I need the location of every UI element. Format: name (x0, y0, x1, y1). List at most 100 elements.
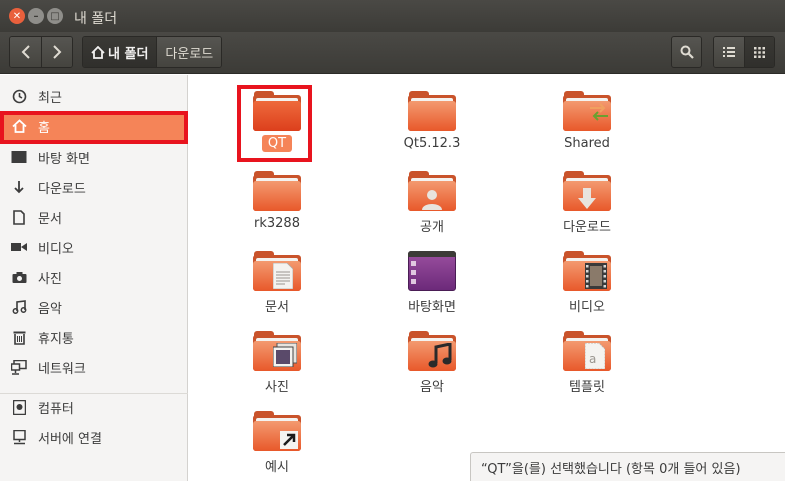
photo-icon (273, 343, 297, 367)
desktop-folder-icon (408, 251, 456, 291)
file-name: 다운로드 (563, 220, 611, 235)
sidebar-item-label: 최근 (38, 90, 62, 106)
close-window-button[interactable]: ✕ (9, 8, 25, 24)
minimize-window-button[interactable]: – (28, 8, 44, 24)
sidebar-item-label: 바탕 화면 (38, 151, 90, 167)
breadcrumb-home-label: 내 폴더 (108, 46, 149, 62)
svg-text:a: a (589, 352, 596, 366)
folder-icon (253, 411, 301, 451)
sidebar-item-label: 문서 (38, 211, 62, 227)
sidebar-item-recent[interactable]: 최근 (0, 81, 188, 111)
download-icon (10, 179, 28, 195)
link-arrow-icon (280, 431, 298, 449)
file-item-templates[interactable]: a 템플릿 (527, 331, 647, 396)
file-item-public[interactable]: 공개 (372, 171, 492, 236)
template-icon: a (585, 343, 605, 369)
folder-icon (408, 91, 456, 131)
sidebar-item-music[interactable]: 음악 (0, 292, 188, 322)
breadcrumb-downloads-label: 다운로드 (165, 46, 214, 62)
file-name: Qt5.12.3 (403, 136, 461, 151)
close-icon: ✕ (12, 10, 22, 22)
status-text: “QT”을(를) 선택했습니다 (항목 0개 들어 있음) (481, 461, 741, 477)
status-bar: “QT”을(를) 선택했습니다 (항목 0개 들어 있음) (470, 452, 785, 481)
sidebar-item-computer[interactable]: 컴퓨터 (0, 392, 188, 422)
music-icon (10, 299, 28, 315)
grid-view-icon (754, 46, 765, 58)
list-view-icon (723, 47, 735, 57)
sidebar-item-label: 서버에 연결 (38, 431, 102, 447)
list-view-button[interactable] (714, 37, 744, 67)
sidebar-item-home[interactable]: 홈 (0, 111, 188, 141)
window-title: 내 폴더 (74, 11, 118, 27)
sidebar-item-label: 비디오 (38, 241, 74, 257)
chevron-left-icon (21, 45, 30, 59)
sidebar-item-label: 컴퓨터 (38, 401, 74, 417)
minimize-icon: – (33, 10, 39, 22)
sidebar-item-downloads[interactable]: 다운로드 (0, 172, 188, 202)
file-name: 음악 (420, 380, 444, 395)
maximize-window-button[interactable]: □ (47, 8, 63, 24)
view-toggle (713, 36, 775, 68)
home-icon (10, 118, 28, 134)
search-button[interactable] (671, 36, 702, 68)
sidebar-item-label: 사진 (38, 271, 62, 287)
breadcrumb: 내 폴더 다운로드 (82, 36, 223, 68)
network-icon (10, 359, 28, 375)
grid-view-button[interactable] (744, 37, 774, 67)
sidebar-item-connect-server[interactable]: 서버에 연결 (0, 422, 188, 452)
folder-icon: a (563, 331, 611, 371)
file-item-rk3288[interactable]: rk3288 (217, 171, 337, 232)
file-item-shared[interactable]: Shared (527, 91, 647, 152)
sidebar-item-label: 네트워크 (38, 361, 86, 377)
trash-icon (10, 329, 28, 345)
file-item-desktop[interactable]: 바탕화면 (372, 251, 492, 316)
file-name: 예시 (265, 460, 289, 475)
file-item-pictures[interactable]: 사진 (217, 331, 337, 396)
sidebar-item-label: 음악 (38, 301, 62, 317)
file-name: 템플릿 (569, 380, 605, 395)
history-nav (9, 36, 73, 68)
film-icon (585, 263, 607, 289)
file-name: QT (261, 135, 293, 152)
back-button[interactable] (10, 37, 41, 67)
sidebar-item-network[interactable]: 네트워크 (0, 352, 188, 382)
file-item-downloads[interactable]: 다운로드 (527, 171, 647, 236)
folder-icon (563, 251, 611, 291)
sidebar-item-desktop[interactable]: 바탕 화면 (0, 142, 188, 172)
computer-icon (10, 399, 28, 415)
file-name: rk3288 (254, 216, 300, 231)
folder-icon (253, 331, 301, 371)
file-item-examples[interactable]: 예시 (217, 411, 337, 476)
file-item-qt[interactable]: QT (217, 91, 337, 152)
forward-button[interactable] (41, 37, 72, 67)
folder-icon (563, 171, 611, 211)
folder-icon (253, 251, 301, 291)
shared-arrows-icon (588, 103, 610, 121)
sidebar-item-documents[interactable]: 문서 (0, 202, 188, 232)
folder-icon (253, 91, 301, 131)
camera-icon (10, 269, 28, 285)
video-icon (10, 239, 28, 255)
desktop-icon (10, 149, 28, 165)
server-icon (10, 429, 28, 445)
document-icon (273, 263, 293, 289)
breadcrumb-home[interactable]: 내 폴더 (83, 37, 157, 67)
sidebar-item-trash[interactable]: 휴지통 (0, 322, 188, 352)
sidebar-item-videos[interactable]: 비디오 (0, 232, 188, 262)
file-name: 비디오 (569, 300, 605, 315)
sidebar-item-pictures[interactable]: 사진 (0, 262, 188, 292)
file-name: Shared (564, 136, 610, 151)
folder-icon (253, 171, 301, 211)
toolbar: 내 폴더 다운로드 (0, 32, 785, 74)
file-item-music[interactable]: 음악 (372, 331, 492, 396)
maximize-icon: □ (50, 10, 60, 22)
file-item-documents[interactable]: 문서 (217, 251, 337, 316)
breadcrumb-downloads[interactable]: 다운로드 (156, 37, 222, 67)
file-view: QT Qt5.12.3 Shared rk3288 공개 다운로드 문서 바탕화… (189, 75, 785, 481)
file-name: 사진 (265, 380, 289, 395)
file-name: 바탕화면 (408, 300, 456, 315)
file-name: 공개 (420, 220, 444, 235)
file-item-qt5[interactable]: Qt5.12.3 (372, 91, 492, 152)
file-item-videos[interactable]: 비디오 (527, 251, 647, 316)
search-icon (680, 45, 694, 59)
